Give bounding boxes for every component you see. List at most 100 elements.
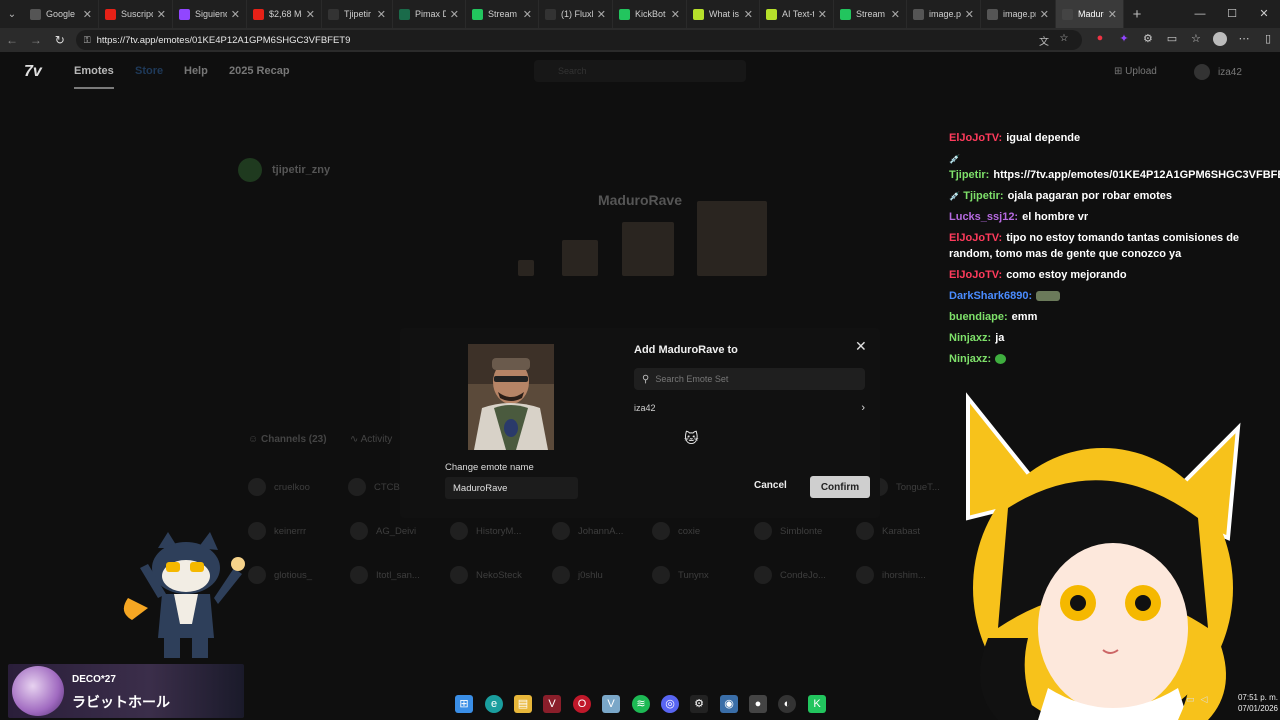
bookmark-star-icon[interactable]: ☆ — [1054, 33, 1074, 48]
nav-store[interactable]: Store — [135, 65, 163, 77]
close-tab-icon[interactable]: ✕ — [671, 8, 680, 21]
browser-tab[interactable]: Google ✕ — [24, 0, 99, 28]
chat-username[interactable]: ElJoJoTV: — [949, 269, 1002, 281]
close-tab-icon[interactable]: ✕ — [744, 8, 753, 21]
close-tab-icon[interactable]: ✕ — [523, 8, 532, 21]
maximize-icon[interactable]: ☐ — [1216, 0, 1248, 28]
channel-item[interactable]: ihorshim... — [856, 566, 926, 584]
kick-icon[interactable]: K — [808, 695, 826, 713]
channel-item[interactable]: Itotl_san... — [350, 566, 420, 584]
valorant-icon[interactable]: V — [543, 695, 561, 713]
chat-username[interactable]: Ninjaxz: — [949, 332, 991, 344]
browser-tab[interactable]: $2,68 Me ✕ — [247, 0, 322, 28]
recorder-icon[interactable]: ◐ — [778, 695, 796, 713]
minimize-icon[interactable]: — — [1184, 0, 1216, 28]
extension-icon-red[interactable]: ● — [1088, 32, 1112, 49]
emote-set-search-input[interactable] — [655, 374, 846, 384]
tab-channels[interactable]: ☺ Channels (23) — [248, 434, 327, 445]
obs-icon[interactable]: ● — [749, 695, 767, 713]
sidebar-icon[interactable]: ▯ — [1256, 32, 1280, 49]
extensions-icon[interactable]: ⚙ — [1136, 32, 1160, 49]
close-tab-icon[interactable]: ✕ — [306, 8, 315, 21]
channel-item[interactable]: Karabast — [856, 522, 920, 540]
channel-item[interactable]: coxie — [652, 522, 700, 540]
app-icon[interactable]: ◉ — [720, 695, 738, 713]
close-tab-icon[interactable]: ✕ — [1108, 8, 1117, 21]
close-tab-icon[interactable]: ✕ — [450, 8, 459, 21]
split-screen-icon[interactable]: ▭ — [1160, 32, 1184, 49]
back-icon[interactable]: ← — [0, 33, 24, 47]
browser-tab[interactable]: KickBot Se ✕ — [613, 0, 687, 28]
channel-item[interactable]: JohannA... — [552, 522, 623, 540]
translate-icon[interactable]: 文 — [1034, 33, 1054, 48]
chat-username[interactable]: Tjipetir: — [949, 169, 989, 181]
browser-tab[interactable]: MaduroRa ✕ — [1056, 0, 1124, 28]
browser-tab[interactable]: What is K ✕ — [687, 0, 760, 28]
new-tab-button[interactable]: + — [1124, 6, 1150, 23]
close-tab-icon[interactable]: ✕ — [597, 8, 606, 21]
browser-tab[interactable]: image.png ✕ — [907, 0, 981, 28]
profile-avatar[interactable] — [1208, 31, 1232, 49]
seventv-logo[interactable]: 7v — [24, 63, 42, 81]
close-tab-icon[interactable]: ✕ — [891, 8, 900, 21]
browser-tab[interactable]: Stream - K ✕ — [834, 0, 907, 28]
channel-item[interactable]: AG_Deivi — [350, 522, 416, 540]
tab-activity[interactable]: ∿ Activity — [350, 434, 392, 445]
channel-item[interactable]: HistoryM... — [450, 522, 521, 540]
favorites-icon[interactable]: ☆ — [1184, 32, 1208, 49]
start-icon[interactable]: ⊞ — [455, 695, 473, 713]
close-tab-icon[interactable]: ✕ — [83, 8, 92, 21]
chat-username[interactable]: ElJoJoTV: — [949, 132, 1002, 144]
channel-item[interactable]: glotious_ — [248, 566, 312, 584]
spotify-icon[interactable]: ≋ — [632, 695, 650, 713]
site-info-icon[interactable]: ⚿ — [84, 35, 91, 46]
browser-tab[interactable]: Siguiendo ✕ — [173, 0, 247, 28]
channel-item[interactable]: keinerrr — [248, 522, 306, 540]
browser-tab[interactable]: image.png ✕ — [981, 0, 1056, 28]
confirm-button[interactable]: Confirm — [810, 476, 870, 498]
reload-icon[interactable]: ↻ — [48, 33, 72, 47]
browser-tab[interactable]: Stream - K ✕ — [466, 0, 539, 28]
emote-owner[interactable]: tjipetir_zny — [238, 158, 330, 182]
browser-tab[interactable]: Tjipetir en ✕ — [322, 0, 393, 28]
edge-icon[interactable]: e — [485, 695, 503, 713]
chat-username[interactable]: Ninjaxz: — [949, 353, 991, 365]
more-menu-icon[interactable]: ⋯ — [1232, 32, 1256, 49]
close-icon[interactable]: ✕ — [855, 338, 867, 355]
volume-icon[interactable]: ◁ — [1201, 694, 1208, 705]
extension-icon-purple[interactable]: ✦ — [1112, 32, 1136, 49]
close-tab-icon[interactable]: ✕ — [231, 8, 240, 21]
close-tab-icon[interactable]: ✕ — [1040, 8, 1049, 21]
chat-username[interactable]: Tjipetir: — [963, 190, 1003, 202]
nav-help[interactable]: Help — [184, 65, 208, 77]
close-tab-icon[interactable]: ✕ — [818, 8, 827, 21]
user-menu[interactable]: iza42 — [1194, 64, 1242, 80]
chat-username[interactable]: ElJoJoTV: — [949, 232, 1002, 244]
channel-item[interactable]: j0shlu — [552, 566, 603, 584]
channel-item[interactable]: CTCBC — [348, 478, 407, 496]
nav-recap[interactable]: 2025 Recap — [229, 65, 290, 77]
tab-list-icon[interactable]: ⌄ — [0, 0, 24, 28]
close-tab-icon[interactable]: ✕ — [965, 8, 974, 21]
url-field[interactable]: ⚿ https://7tv.app/emotes/01KE4P12A1GPM6S… — [75, 30, 1082, 50]
forward-icon[interactable]: → — [24, 33, 48, 47]
emote-set-search[interactable]: ⚲ — [634, 368, 865, 390]
chat-username[interactable]: DarkShark6890: — [949, 290, 1032, 302]
opera-icon[interactable]: O — [573, 695, 591, 713]
channel-item[interactable]: CondeJo... — [754, 566, 826, 584]
channel-item[interactable]: Tunynx — [652, 566, 709, 584]
browser-tab[interactable]: AI Text-to ✕ — [760, 0, 834, 28]
close-window-icon[interactable]: ✕ — [1248, 0, 1280, 28]
site-search-input[interactable]: Search — [534, 60, 746, 82]
browser-tab[interactable]: Suscripcio ✕ — [99, 0, 173, 28]
browser-tab[interactable]: (1) FluxPo ✕ — [539, 0, 613, 28]
file-explorer-icon[interactable]: ▤ — [514, 695, 532, 713]
taskbar-clock[interactable]: 07:51 p. m. 07/01/2026 — [1222, 692, 1278, 714]
chat-username[interactable]: buendiape: — [949, 311, 1008, 323]
emote-name-input[interactable] — [445, 477, 578, 499]
emote-set-item[interactable]: iza42 › — [634, 400, 865, 416]
network-icon[interactable]: ▭ — [1186, 694, 1195, 705]
cancel-button[interactable]: Cancel — [754, 480, 787, 491]
browser-tab[interactable]: Pimax Dre ✕ — [393, 0, 466, 28]
upload-button[interactable]: ⊞ Upload — [1114, 66, 1157, 77]
